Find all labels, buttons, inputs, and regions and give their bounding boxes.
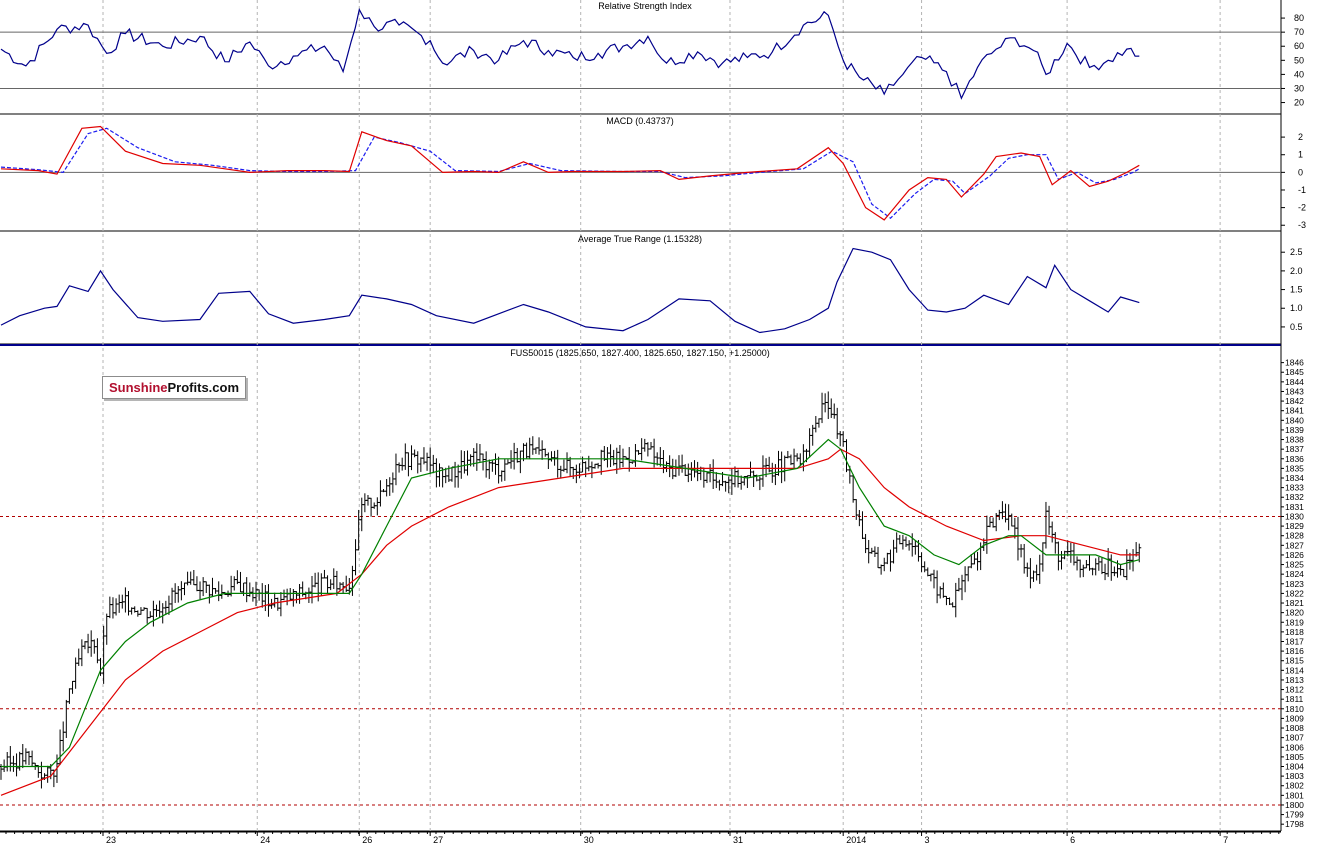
rsi-y-tick-label: 20 bbox=[1294, 98, 1304, 108]
price-y-tick-label: 1834 bbox=[1285, 473, 1304, 483]
price-y-tick-label: 1812 bbox=[1285, 685, 1304, 695]
price-y-tick-label: 1830 bbox=[1285, 511, 1304, 521]
price-y-tick-label: 1819 bbox=[1285, 617, 1304, 627]
price-y-tick-label: 1824 bbox=[1285, 569, 1304, 579]
price-y-tick-label: 1828 bbox=[1285, 531, 1304, 541]
rsi-y-tick-label: 70 bbox=[1294, 27, 1304, 37]
x-tick-label: 3 bbox=[925, 835, 930, 844]
macd-y-tick-label: -3 bbox=[1298, 220, 1306, 230]
price-y-tick-label: 1809 bbox=[1285, 713, 1304, 723]
price-y-tick-label: 1814 bbox=[1285, 665, 1304, 675]
macd-y-tick-label: 1 bbox=[1298, 150, 1303, 160]
macd-y-tick-label: -1 bbox=[1298, 185, 1306, 195]
price-y-tick-label: 1846 bbox=[1285, 358, 1304, 368]
rsi-y-tick-label: 80 bbox=[1294, 13, 1304, 23]
price-y-tick-label: 1832 bbox=[1285, 492, 1304, 502]
x-tick-label: 6 bbox=[1070, 835, 1075, 844]
x-tick-label: 31 bbox=[733, 835, 743, 844]
atr-y-tick-label: 0.5 bbox=[1290, 322, 1303, 332]
price-title: FUS50015 (1825.650, 1827.400, 1825.650, … bbox=[510, 348, 769, 358]
price-y-tick-label: 1798 bbox=[1285, 819, 1304, 829]
price-y-tick-label: 1826 bbox=[1285, 550, 1304, 560]
price-y-tick-label: 1825 bbox=[1285, 560, 1304, 570]
rsi-title: Relative Strength Index bbox=[598, 1, 692, 11]
price-y-tick-label: 1845 bbox=[1285, 367, 1304, 377]
macd-line bbox=[0, 125, 1140, 221]
price-y-tick-label: 1839 bbox=[1285, 425, 1304, 435]
price-y-tick-label: 1820 bbox=[1285, 608, 1304, 618]
atr-y-tick-label: 1.0 bbox=[1290, 303, 1303, 313]
atr-line bbox=[0, 247, 1140, 334]
price-y-tick-label: 1818 bbox=[1285, 627, 1304, 637]
price-y-tick-label: 1803 bbox=[1285, 771, 1304, 781]
atr-y-tick-label: 1.5 bbox=[1290, 285, 1303, 295]
price-y-tick-label: 1800 bbox=[1285, 800, 1304, 810]
price-y-tick-label: 1806 bbox=[1285, 742, 1304, 752]
price-y-tick-label: 1844 bbox=[1285, 377, 1304, 387]
price-y-tick-label: 1801 bbox=[1285, 790, 1304, 800]
stock-chart: 23 24 26 27 30 31 2014 3 6 7 Relative Strength Ind… bbox=[0, 0, 1306, 844]
price-y-tick-label: 1799 bbox=[1285, 810, 1304, 820]
rsi-y-tick-label: 30 bbox=[1294, 83, 1304, 93]
moving-average-slow-line bbox=[0, 448, 1140, 796]
x-tick-label: 27 bbox=[433, 835, 443, 844]
macd-y-tick-label: 2 bbox=[1298, 132, 1303, 142]
price-y-tick-label: 1829 bbox=[1285, 521, 1304, 531]
price-y-tick-label: 1817 bbox=[1285, 636, 1304, 646]
price-y-tick-label: 1815 bbox=[1285, 656, 1304, 666]
rsi-y-tick-label: 60 bbox=[1294, 41, 1304, 51]
x-tick-label: 26 bbox=[362, 835, 372, 844]
macd-signal-line bbox=[0, 127, 1140, 219]
price-y-tick-label: 1831 bbox=[1285, 502, 1304, 512]
price-y-tick-label: 1804 bbox=[1285, 761, 1304, 771]
price-y-tick-label: 1822 bbox=[1285, 588, 1304, 598]
price-y-tick-label: 1843 bbox=[1285, 386, 1304, 396]
rsi-y-tick-label: 50 bbox=[1294, 55, 1304, 65]
atr-y-tick-label: 2.0 bbox=[1290, 266, 1303, 276]
price-y-tick-label: 1837 bbox=[1285, 444, 1304, 454]
price-y-tick-label: 1836 bbox=[1285, 454, 1304, 464]
price-y-tick-label: 1835 bbox=[1285, 463, 1304, 473]
price-y-tick-label: 1810 bbox=[1285, 704, 1304, 714]
macd-title: MACD (0.43737) bbox=[606, 116, 674, 126]
watermark-logo: SunshineProfits.com bbox=[102, 376, 247, 399]
x-tick-label: 30 bbox=[584, 835, 594, 844]
price-y-tick-label: 1816 bbox=[1285, 646, 1304, 656]
price-y-tick-label: 1808 bbox=[1285, 723, 1304, 733]
price-y-tick-label: 1838 bbox=[1285, 435, 1304, 445]
price-y-tick-label: 1827 bbox=[1285, 540, 1304, 550]
price-y-tick-label: 1807 bbox=[1285, 733, 1304, 743]
price-y-tick-label: 1813 bbox=[1285, 675, 1304, 685]
price-y-tick-label: 1841 bbox=[1285, 406, 1304, 416]
x-tick-label: 2014 bbox=[846, 835, 866, 844]
rsi-line bbox=[0, 7, 1140, 100]
macd-y-tick-label: 0 bbox=[1298, 167, 1303, 177]
atr-title: Average True Range (1.15328) bbox=[578, 234, 702, 244]
rsi-y-tick-label: 40 bbox=[1294, 69, 1304, 79]
x-tick-label: 24 bbox=[260, 835, 270, 844]
macd-y-tick-label: -2 bbox=[1298, 203, 1306, 213]
price-y-tick-label: 1821 bbox=[1285, 598, 1304, 608]
price-y-tick-label: 1840 bbox=[1285, 415, 1304, 425]
x-tick-label: 7 bbox=[1223, 835, 1228, 844]
x-tick-label: 23 bbox=[106, 835, 116, 844]
price-y-tick-label: 1823 bbox=[1285, 579, 1304, 589]
price-y-tick-label: 1805 bbox=[1285, 752, 1304, 762]
price-y-tick-label: 1833 bbox=[1285, 483, 1304, 493]
price-y-tick-label: 1811 bbox=[1285, 694, 1304, 704]
price-y-tick-label: 1802 bbox=[1285, 781, 1304, 791]
atr-y-tick-label: 2.5 bbox=[1290, 247, 1303, 257]
price-y-tick-label: 1842 bbox=[1285, 396, 1304, 406]
